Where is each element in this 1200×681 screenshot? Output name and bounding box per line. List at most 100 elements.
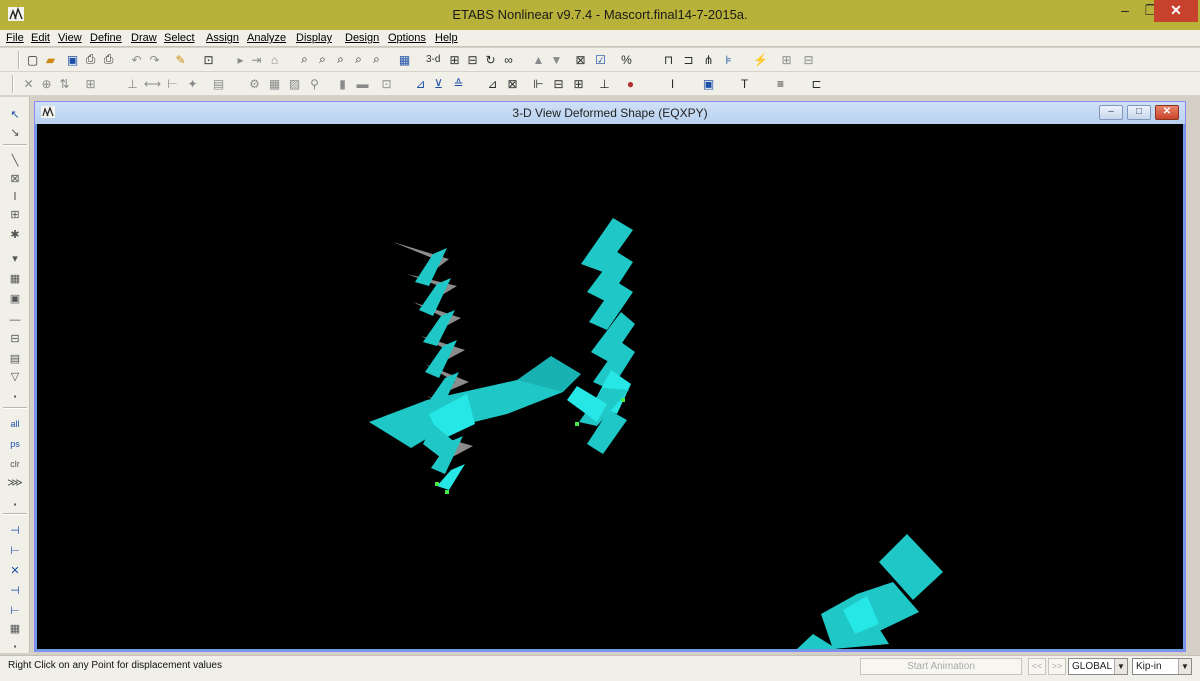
draw-secondary-icon[interactable]: ⊞ — [6, 205, 24, 223]
menu-options[interactable]: Options — [388, 32, 426, 44]
lightning-icon[interactable]: ⚡ — [752, 51, 769, 68]
threed-view-button[interactable]: 3-d — [426, 51, 440, 68]
print-preview-icon[interactable]: ⎙ — [100, 51, 117, 68]
minimize-button[interactable]: – — [1112, 0, 1138, 22]
new-icon[interactable]: ▢ — [24, 51, 41, 68]
snap-line-icon[interactable]: ⊢ — [6, 601, 24, 619]
draw-cross-icon[interactable]: ✱ — [6, 225, 24, 243]
design-check-icon[interactable]: ⊟ — [800, 51, 817, 68]
snap-perp-icon[interactable]: ⊣ — [6, 581, 24, 599]
redo-icon[interactable]: ↷ — [146, 51, 163, 68]
design-icon[interactable]: ⊞ — [778, 51, 795, 68]
area-icon[interactable]: ▨ — [286, 75, 303, 92]
diaphragm-icon[interactable]: ⊩ — [530, 75, 547, 92]
next-step-button[interactable]: >> — [1048, 658, 1066, 675]
coordinate-system-select[interactable]: GLOBAL ▼ — [1068, 658, 1128, 675]
perspective-icon[interactable]: ∞ — [500, 51, 517, 68]
snap-grid-icon[interactable]: ▦ — [6, 619, 24, 637]
draw-quad-icon[interactable]: ▣ — [6, 289, 24, 307]
draw-wall-stack-icon[interactable]: ⊟ — [6, 329, 24, 347]
view-maximize-button[interactable]: □ — [1127, 105, 1151, 120]
mode-icon[interactable]: ≙ — [450, 75, 467, 92]
pointer-icon[interactable]: ↖ — [6, 105, 24, 123]
menu-select[interactable]: Select — [164, 32, 195, 44]
run-step-icon[interactable]: ⇥ — [248, 51, 265, 68]
menu-design[interactable]: Design — [345, 32, 379, 44]
frame-shape-icon[interactable]: ⊐ — [680, 51, 697, 68]
check-icon[interactable]: ☑ — [592, 51, 609, 68]
hatch-icon[interactable]: ⋙ — [6, 473, 24, 491]
beam-icon[interactable]: ▬ — [354, 75, 371, 92]
menu-analyze[interactable]: Analyze — [247, 32, 286, 44]
draw-wall-icon[interactable]: — — [6, 311, 24, 329]
mesh-icon[interactable]: ⊞ — [82, 75, 99, 92]
model-canvas[interactable] — [37, 124, 1183, 649]
snap-end-icon[interactable]: ⊢ — [6, 541, 24, 559]
dimension-icon[interactable]: ⊥ — [124, 75, 141, 92]
zoom-previous-icon[interactable]: ⌕ — [350, 51, 367, 68]
menu-draw[interactable]: Draw — [131, 32, 157, 44]
pan-icon[interactable]: ⌕ — [368, 51, 385, 68]
rotate-view-icon[interactable]: ↻ — [482, 51, 499, 68]
channel-icon[interactable]: ⊏ — [808, 75, 825, 92]
grid-icon[interactable]: ▤ — [210, 75, 227, 92]
tree-icon[interactable]: ⊥ — [596, 75, 613, 92]
view-minimize-button[interactable]: – — [1099, 105, 1123, 120]
select-all-button[interactable]: all — [6, 415, 24, 433]
menu-view[interactable]: View — [58, 32, 82, 44]
left-toolbar-grip[interactable]: ▪ — [6, 387, 24, 405]
graph-icon[interactable]: ⊿ — [412, 75, 429, 92]
chevron-down-icon[interactable]: ▼ — [1114, 659, 1127, 674]
material-icon[interactable]: ⚙ — [246, 75, 263, 92]
up-icon[interactable]: ▲ — [530, 51, 547, 68]
rotate-icon[interactable]: ⇅ — [56, 75, 73, 92]
units-select[interactable]: Kip-in ▼ — [1132, 658, 1192, 675]
stair-icon[interactable]: ⊿ — [484, 75, 501, 92]
open-icon[interactable]: ▰ — [42, 51, 59, 68]
undo-icon[interactable]: ↶ — [128, 51, 145, 68]
menu-help[interactable]: Help — [435, 32, 458, 44]
align-icon[interactable]: ⊢ — [164, 75, 181, 92]
snap-intersect-icon[interactable]: ✕ — [6, 561, 24, 579]
slab-icon[interactable]: ≡ — [772, 75, 789, 92]
print-icon[interactable]: ⎙ — [82, 51, 99, 68]
save-icon[interactable]: ▣ — [64, 51, 81, 68]
joint-marker[interactable] — [445, 490, 449, 494]
pencil-icon[interactable]: ✎ — [172, 51, 189, 68]
left-toolbar-grip[interactable]: ▪ — [6, 495, 24, 513]
panel-icon[interactable]: ▣ — [700, 75, 717, 92]
menu-display[interactable]: Display — [296, 32, 332, 44]
reshape-icon[interactable]: ↘ — [6, 123, 24, 141]
close-button[interactable]: ✕ — [1154, 0, 1198, 22]
draw-line-icon[interactable]: ╲ — [6, 151, 24, 169]
move-icon[interactable]: ⊕ — [38, 75, 55, 92]
menu-define[interactable]: Define — [90, 32, 122, 44]
menu-assign[interactable]: Assign — [206, 32, 239, 44]
chevron-down-icon[interactable]: ▼ — [1178, 659, 1191, 674]
draw-area-icon[interactable]: ▾ — [6, 249, 24, 267]
chart-icon[interactable]: ▦ — [266, 75, 283, 92]
wall-icon[interactable]: ⊡ — [378, 75, 395, 92]
percent-icon[interactable]: % — [618, 51, 635, 68]
level-icon[interactable]: ⊞ — [570, 75, 587, 92]
zoom-out-icon[interactable]: ⌕ — [314, 51, 331, 68]
joint-marker[interactable] — [621, 398, 625, 402]
draw-rect-icon[interactable]: ▦ — [6, 269, 24, 287]
run-icon[interactable]: ▸ — [232, 51, 249, 68]
menu-edit[interactable]: Edit — [31, 32, 50, 44]
link-icon[interactable]: ⚲ — [306, 75, 323, 92]
snap-point-icon[interactable]: ⊣ — [6, 521, 24, 539]
refresh-icon[interactable]: ▦ — [396, 51, 413, 68]
previous-select-button[interactable]: ps — [6, 435, 24, 453]
section-i-icon[interactable]: I — [664, 75, 681, 92]
elevation-view-icon[interactable]: ⊟ — [464, 51, 481, 68]
select-icon[interactable]: ✕ — [20, 75, 37, 92]
column-icon[interactable]: ▮ — [334, 75, 351, 92]
load-icon[interactable]: ⊻ — [430, 75, 447, 92]
query-icon[interactable]: ● — [622, 75, 639, 92]
start-animation-button[interactable]: Start Animation — [860, 658, 1022, 675]
story-icon[interactable]: ⊟ — [550, 75, 567, 92]
prev-step-button[interactable]: << — [1028, 658, 1046, 675]
tee-icon[interactable]: T — [736, 75, 753, 92]
measure-icon[interactable]: ⟷ — [144, 75, 161, 92]
